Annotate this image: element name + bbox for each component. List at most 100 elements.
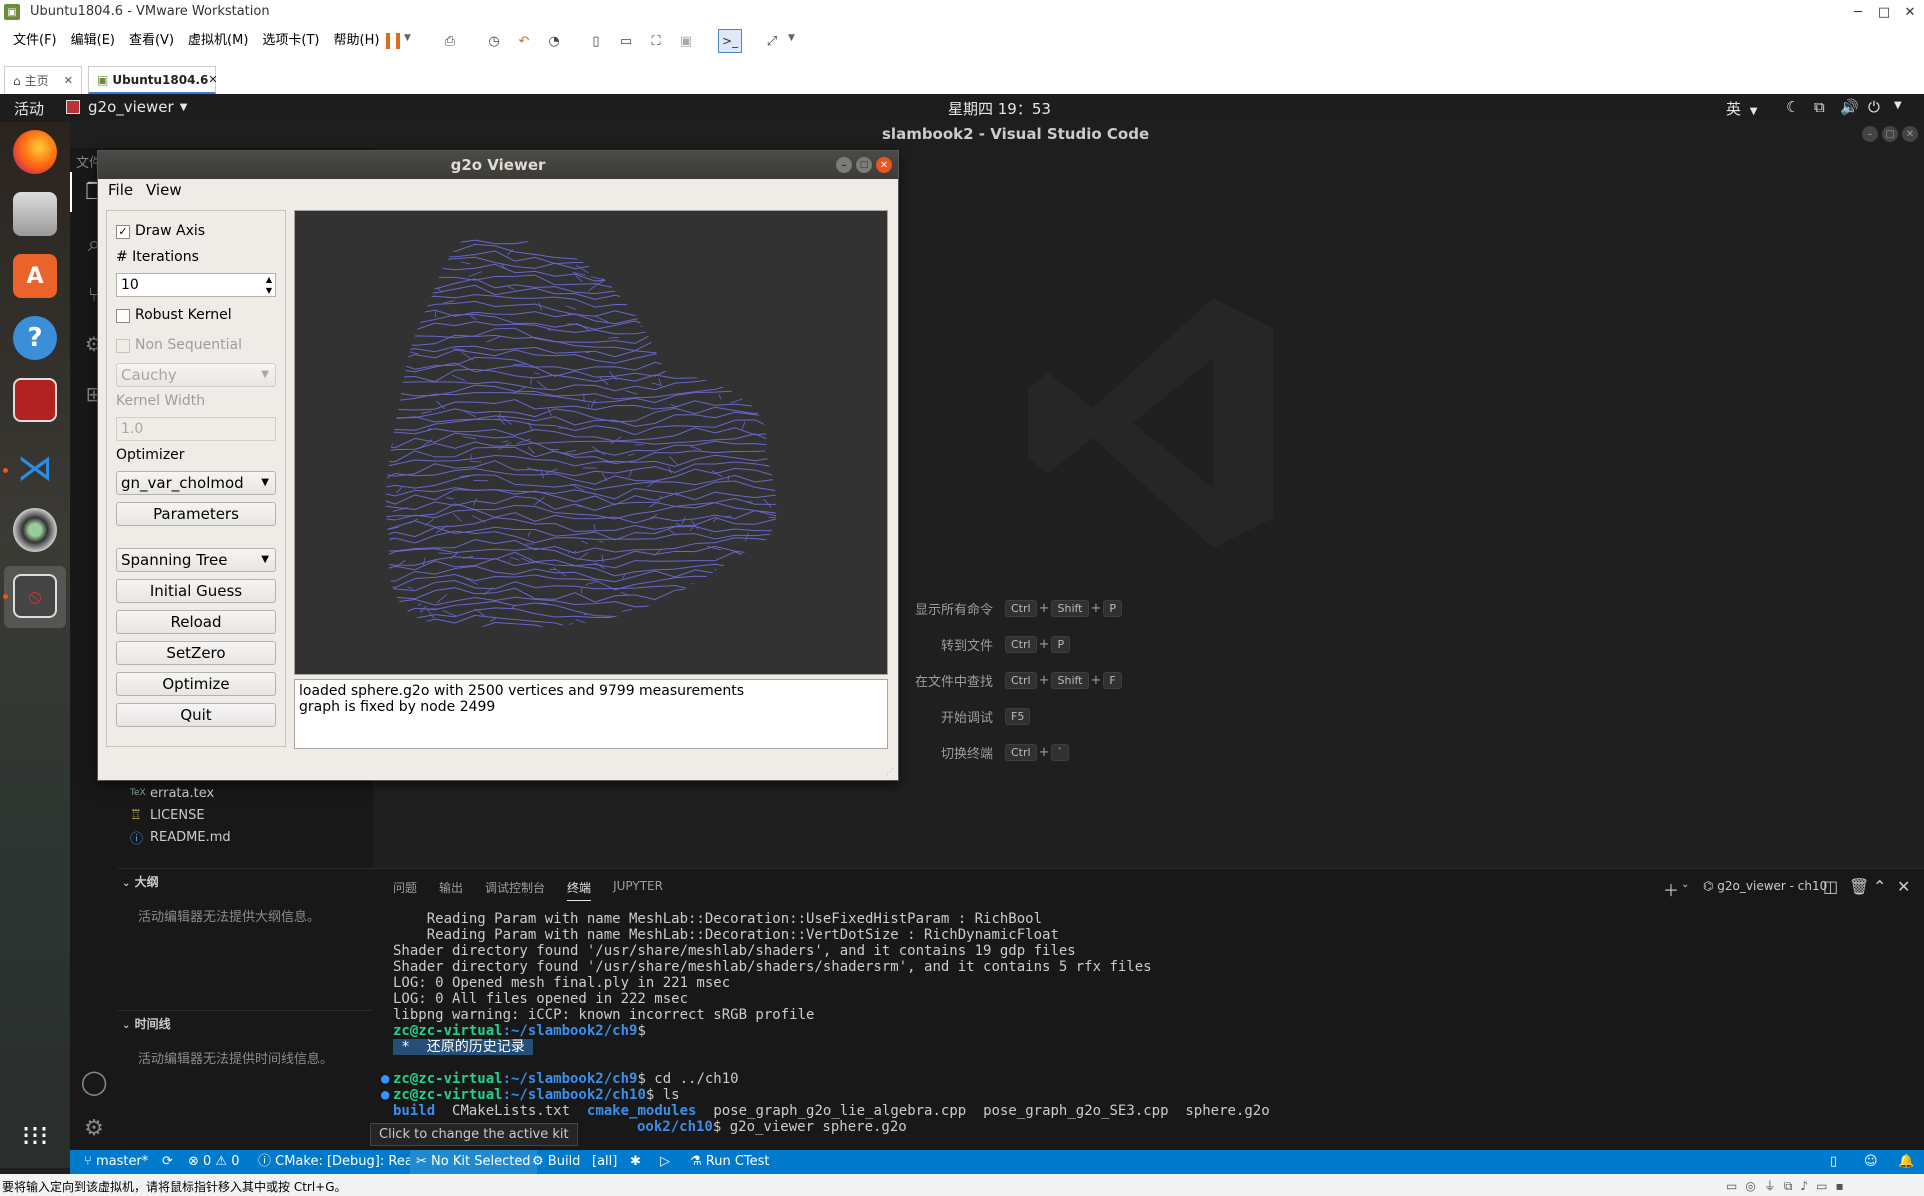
maximize-panel-icon[interactable]: ⌃ — [1873, 877, 1886, 896]
revert-snapshot-icon[interactable]: ↶ — [514, 31, 534, 51]
usb-icon[interactable]: ⏚ — [1764, 1179, 1784, 1193]
tab-home[interactable]: ⌂ 主页 ✕ — [4, 66, 82, 94]
branch-status[interactable]: ⑂ master* — [84, 1150, 148, 1174]
maximize-icon[interactable]: □ — [856, 157, 872, 173]
shortcut-row[interactable]: 转到文件 Ctrl + P — [843, 626, 1243, 662]
files-icon[interactable] — [13, 192, 57, 236]
feedback-icon[interactable]: ☺ — [1864, 1150, 1878, 1174]
software-center-icon[interactable]: A — [13, 254, 57, 298]
list-item[interactable]: ⓘ README.md — [130, 826, 231, 848]
send-keys-icon[interactable]: ⎙ — [440, 31, 460, 51]
maximize-icon[interactable]: □ — [1872, 0, 1896, 24]
settings-gear-icon[interactable]: ⚙ — [70, 1108, 118, 1148]
message-icon[interactable]: ▪ — [1835, 1179, 1851, 1193]
network-icon[interactable]: ⧉ — [1784, 1179, 1801, 1193]
close-icon[interactable]: ✕ — [876, 157, 892, 173]
activities-button[interactable]: 活动 — [14, 98, 44, 119]
menu-file[interactable]: 文件(F) — [6, 24, 64, 58]
input-method[interactable]: 英 ▼ — [1726, 98, 1758, 119]
build-button[interactable]: ⚙ Build — [532, 1150, 580, 1174]
maximize-icon[interactable]: □ — [1882, 126, 1898, 142]
chevron-down-icon[interactable]: ▼ — [1894, 100, 1902, 111]
minimize-icon[interactable]: – — [1862, 126, 1878, 142]
firefox-icon[interactable] — [13, 130, 57, 174]
pause-icon[interactable] — [386, 33, 400, 49]
help-icon[interactable]: ? — [13, 316, 57, 360]
menu-view[interactable]: View — [146, 181, 182, 199]
optimizer-combo[interactable]: gn_var_cholmod ▼ — [116, 471, 276, 495]
close-icon[interactable]: ✕ — [208, 73, 217, 86]
tab-debug-console[interactable]: 调试控制台 — [485, 879, 545, 901]
sync-icon[interactable]: ⟳ — [162, 1150, 173, 1174]
menu-help[interactable]: 帮助(H) — [327, 24, 387, 58]
close-icon[interactable]: ✕ — [64, 74, 73, 87]
power-icon[interactable]: ⏻ — [1868, 98, 1880, 116]
g2o-title-bar[interactable]: g2o Viewer – □ ✕ — [98, 151, 898, 179]
network-icon[interactable]: ⧉ — [1814, 98, 1825, 116]
problems-status[interactable]: ⊗ 0 ⚠ 0 — [188, 1150, 240, 1174]
close-icon[interactable]: ✕ — [1897, 877, 1910, 896]
shortcut-row[interactable]: 在文件中查找 Ctrl + Shift + F — [843, 662, 1243, 698]
layout-icon[interactable]: ▯ — [1830, 1150, 1837, 1174]
minimize-icon[interactable]: ─ — [1846, 0, 1870, 24]
clock[interactable]: 星期四 19：53 — [948, 98, 1051, 119]
setzero-button[interactable]: SetZero — [116, 641, 276, 665]
menu-edit[interactable]: 编辑(E) — [64, 24, 122, 58]
graph-viewport[interactable] — [294, 210, 888, 675]
thumbnail-view-icon[interactable]: ▭ — [616, 31, 636, 51]
initial-guess-combo[interactable]: Spanning Tree ▼ — [116, 548, 276, 572]
stretch-icon[interactable]: ⤢ — [762, 31, 782, 51]
trash-icon[interactable]: 🗑 — [1849, 877, 1869, 896]
new-terminal-icon[interactable]: ＋ — [1663, 877, 1679, 901]
vscode-icon[interactable]: ⋊ — [13, 446, 57, 490]
split-terminal-icon[interactable]: ◫ — [1823, 877, 1838, 896]
shortcut-row[interactable]: 切换终端 Ctrl + ` — [843, 734, 1243, 770]
robust-kernel-checkbox[interactable] — [116, 309, 130, 323]
log-output[interactable]: loaded sphere.g2o with 2500 vertices and… — [294, 679, 888, 749]
system-monitor-icon[interactable] — [13, 378, 57, 422]
reload-button[interactable]: Reload — [116, 610, 276, 634]
menu-view[interactable]: 查看(V) — [122, 24, 181, 58]
cmake-status[interactable]: ⓘ CMake: [Debug]: Ready — [258, 1150, 429, 1174]
resize-grip-icon[interactable]: ⋰ — [886, 767, 894, 776]
chevron-down-icon[interactable]: ⌄ — [1681, 879, 1689, 890]
kit-selector[interactable]: ✂ No Kit Selected — [410, 1150, 537, 1174]
unity-icon[interactable]: ▣ — [676, 31, 696, 51]
spin-arrows-icon[interactable]: ▲ ▼ — [266, 274, 272, 296]
draw-axis-checkbox[interactable]: ✓ — [116, 225, 130, 239]
dropdown-icon[interactable]: ▼ — [404, 33, 411, 43]
fullscreen-icon[interactable]: ⛶ — [646, 31, 666, 51]
build-target[interactable]: [all] — [592, 1150, 617, 1174]
show-applications-icon[interactable]: ⁝⁝⁝ — [17, 1117, 53, 1153]
iterations-spinbox[interactable]: 10 ▲ ▼ — [116, 273, 276, 297]
tab-ubuntu[interactable]: ▣ Ubuntu1804.6 ✕ — [88, 66, 218, 94]
menu-vm[interactable]: 虚拟机(M) — [181, 24, 255, 58]
sidebar-view-icon[interactable]: ▯ — [586, 31, 606, 51]
tab-jupyter[interactable]: JUPYTER — [613, 879, 663, 901]
list-item[interactable]: ♖ LICENSE — [130, 804, 231, 826]
quit-button[interactable]: Quit — [116, 703, 276, 727]
app-menu[interactable]: g2o_viewer ▼ — [66, 98, 187, 116]
snapshot-icon[interactable]: ◷ — [484, 31, 504, 51]
snapshot-manager-icon[interactable]: ◔ — [544, 31, 564, 51]
terminal-selector[interactable]: ⌬ g2o_viewer - ch10 — [1703, 879, 1827, 893]
minimize-icon[interactable]: – — [836, 157, 852, 173]
ctest-button[interactable]: ⚗ Run CTest — [690, 1150, 770, 1174]
outline-section[interactable]: ⌄ 大纲 活动编辑器无法提供大纲信息。 — [118, 868, 373, 937]
account-icon[interactable]: ◯ — [70, 1062, 118, 1102]
tab-terminal[interactable]: 终端 — [567, 879, 592, 901]
debug-icon[interactable]: ✱ — [630, 1150, 641, 1174]
sound-icon[interactable]: ♪ — [1800, 1179, 1816, 1193]
menu-tabs[interactable]: 选项卡(T) — [255, 24, 326, 58]
volume-icon[interactable]: 🔊 — [1840, 98, 1859, 116]
display-icon[interactable]: ▭ — [1816, 1179, 1835, 1193]
cd-icon[interactable]: ◎ — [1745, 1179, 1763, 1193]
run-icon[interactable]: ▷ — [660, 1150, 670, 1174]
tab-problems[interactable]: 问题 — [393, 879, 417, 901]
initial-guess-button[interactable]: Initial Guess — [116, 579, 276, 603]
shortcut-row[interactable]: 开始调试 F5 — [843, 698, 1243, 734]
list-item[interactable]: TeX errata.tex — [130, 782, 231, 804]
g2o-viewer-icon[interactable]: ⦸ — [13, 574, 57, 618]
close-icon[interactable]: ✕ — [1902, 126, 1918, 142]
hdd-icon[interactable]: ▭ — [1726, 1179, 1745, 1193]
